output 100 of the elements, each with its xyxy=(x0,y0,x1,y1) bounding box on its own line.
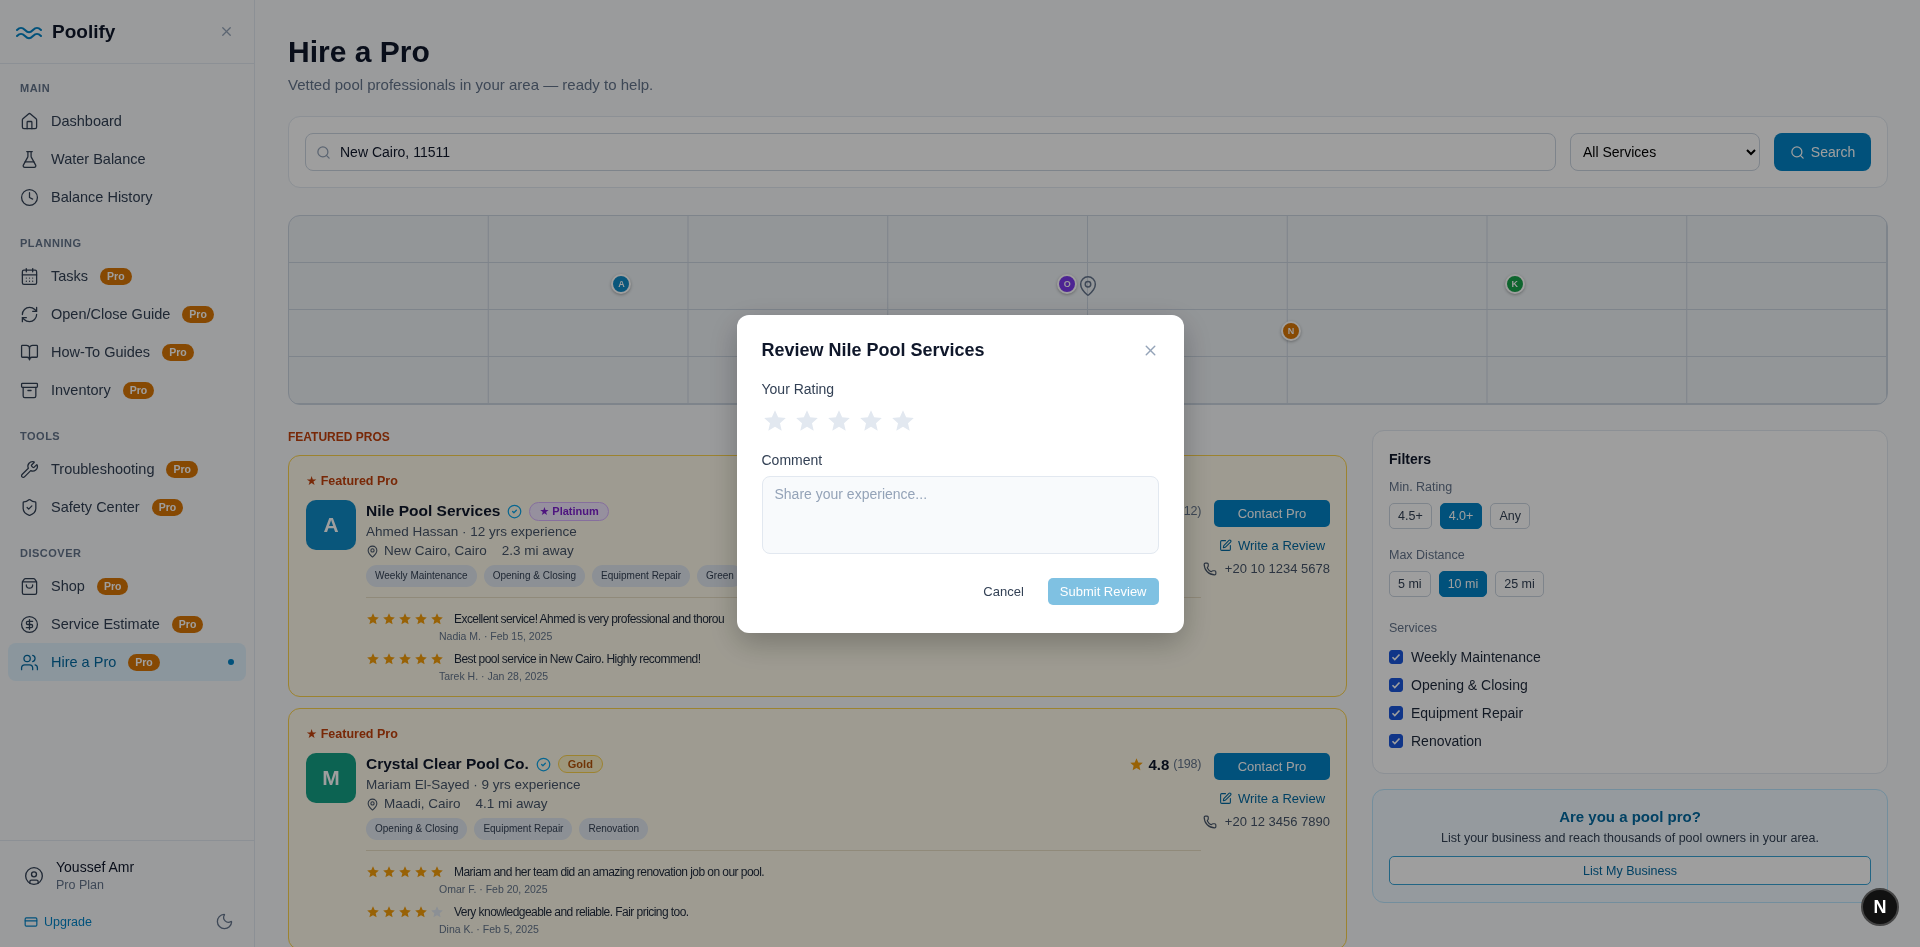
pro-badge: Pro xyxy=(166,460,198,478)
checkbox-label: Weekly Maintenance xyxy=(1411,649,1541,665)
pro-name: Nile Pool Services xyxy=(366,502,501,520)
upgrade-link[interactable]: Upgrade xyxy=(24,914,92,929)
review-meta: Nadia M. · Feb 15, 2025 xyxy=(439,630,553,642)
contact-button[interactable]: Contact Pro xyxy=(1214,753,1330,780)
user-name: Youssef Amr xyxy=(56,859,135,875)
location-icon xyxy=(366,797,379,811)
home-icon xyxy=(20,111,39,131)
edit-icon xyxy=(1218,792,1232,805)
review-text: Very knowledgeable and reliable. Fair pricing too. xyxy=(454,905,689,919)
review-meta: Dina K. · Feb 5, 2025 xyxy=(439,923,539,935)
checkbox[interactable] xyxy=(1389,678,1403,692)
pro-name: Crystal Clear Pool Co. xyxy=(366,755,529,773)
pro-badge: Pro xyxy=(96,577,129,595)
write-review-link[interactable]: Write a Review xyxy=(1218,791,1326,806)
review-meta: Omar F. · Feb 20, 2025 xyxy=(439,883,548,895)
section-title: DISCOVER xyxy=(19,546,83,561)
pro-owner: Ahmed Hassan · 12 yrs experience xyxy=(366,523,578,541)
map-marker[interactable]: O xyxy=(1057,273,1078,294)
star-icon xyxy=(1129,756,1145,772)
filter-chip[interactable]: Any xyxy=(1490,503,1530,529)
pro-location: Maadi, Cairo xyxy=(384,795,461,813)
nav-item[interactable]: Balance History xyxy=(8,178,246,216)
archive-icon xyxy=(20,380,39,400)
nav-item[interactable]: Water Balance xyxy=(8,140,246,178)
checkbox[interactable] xyxy=(1389,706,1403,720)
cancel-button[interactable]: Cancel xyxy=(975,577,1032,605)
pro-distance: 2.3 mi away xyxy=(501,542,574,560)
section-title: PLANNING xyxy=(19,236,83,251)
nav-item[interactable]: Inventory Pro xyxy=(8,371,246,409)
star-icon xyxy=(398,652,412,666)
dev-badge[interactable]: N xyxy=(1861,888,1899,926)
star-icon xyxy=(398,865,412,879)
shield-icon xyxy=(20,497,39,517)
checkbox[interactable] xyxy=(1389,734,1403,748)
filter-chip[interactable]: 5 mi xyxy=(1389,571,1431,597)
location-field[interactable]: New Cairo, 11511 xyxy=(305,133,1556,171)
nav-item[interactable]: Hire a Pro Pro xyxy=(8,643,246,681)
pro-location: New Cairo, Cairo xyxy=(384,542,487,560)
service-tag: Weekly Maintenance xyxy=(366,565,477,587)
checkbox[interactable] xyxy=(1389,650,1403,664)
user-plan: Pro Plan xyxy=(56,878,105,892)
comment-field[interactable]: Share your experience... xyxy=(761,475,1159,554)
list-business-button[interactable]: List My Business xyxy=(1389,856,1871,885)
filter-chip[interactable]: 10 mi xyxy=(1438,571,1488,597)
review-count: 12) xyxy=(1183,504,1201,518)
star-icon xyxy=(414,865,428,879)
clock-icon xyxy=(20,187,39,207)
write-review-link[interactable]: Write a Review xyxy=(1218,538,1326,553)
nav-item[interactable]: Troubleshooting Pro xyxy=(8,450,246,488)
service-tag: Opening & Closing xyxy=(483,565,586,587)
pro-badge: Pro xyxy=(122,381,155,399)
pro-badge: Pro xyxy=(171,615,204,633)
filter-chip[interactable]: 4.0+ xyxy=(1439,503,1483,529)
phone-icon xyxy=(1202,561,1217,576)
nav-item[interactable]: Tasks Pro xyxy=(8,257,246,295)
rating-label: Your Rating xyxy=(761,380,836,397)
book-icon xyxy=(20,342,39,362)
star-icon xyxy=(414,612,428,626)
rating-value: 4.8 xyxy=(1148,755,1170,773)
map-marker[interactable]: K xyxy=(1504,273,1525,294)
nav-item[interactable]: Safety Center Pro xyxy=(8,488,246,526)
filters-title: Filters xyxy=(1389,451,1432,467)
dark-mode-button[interactable] xyxy=(215,912,234,931)
search-icon xyxy=(316,145,331,160)
filter-chip[interactable]: 25 mi xyxy=(1495,571,1544,597)
avatar: M xyxy=(306,753,356,803)
pro-owner: Mariam El-Sayed · 9 yrs experience xyxy=(366,776,582,794)
avatar: A xyxy=(306,500,356,550)
contact-button[interactable]: Contact Pro xyxy=(1214,500,1330,527)
star-icon xyxy=(382,652,396,666)
nav-item[interactable]: Open/Close Guide Pro xyxy=(8,295,246,333)
tier-badge: Gold xyxy=(557,755,603,773)
featured-label: ★ Featured Pro xyxy=(306,474,398,488)
phone-number: +20 10 1234 5678 xyxy=(1224,561,1330,576)
review-text: Best pool service in New Cairo. Highly recommend! xyxy=(454,652,701,666)
pro-badge: Pro xyxy=(100,267,132,285)
section-heading: FEATURED PROS xyxy=(288,430,391,444)
star-icon xyxy=(430,652,444,666)
star-icon xyxy=(366,612,380,626)
map-marker[interactable]: A xyxy=(611,273,632,294)
section-title: TOOLS xyxy=(19,429,62,444)
location-pin-icon xyxy=(1077,274,1099,297)
flask-icon xyxy=(20,149,39,169)
star-icon xyxy=(366,905,380,919)
star-icon xyxy=(430,865,444,879)
pro-badge: Pro xyxy=(182,305,214,323)
brand-name: Poolify xyxy=(52,20,117,43)
nav-item[interactable]: How-To Guides Pro xyxy=(8,333,246,371)
nav-item[interactable]: Shop Pro xyxy=(8,567,246,605)
check-icon xyxy=(1391,736,1401,746)
check-icon xyxy=(1391,708,1401,718)
nav-item[interactable]: Service Estimate Pro xyxy=(8,605,246,643)
active-dot xyxy=(228,659,234,665)
filter-chip[interactable]: 4.5+ xyxy=(1389,503,1432,529)
search-button[interactable]: Search xyxy=(1774,133,1871,171)
service-select[interactable]: All Services xyxy=(1570,133,1760,171)
star-icon xyxy=(414,652,428,666)
nav-item[interactable]: Dashboard xyxy=(8,102,246,140)
